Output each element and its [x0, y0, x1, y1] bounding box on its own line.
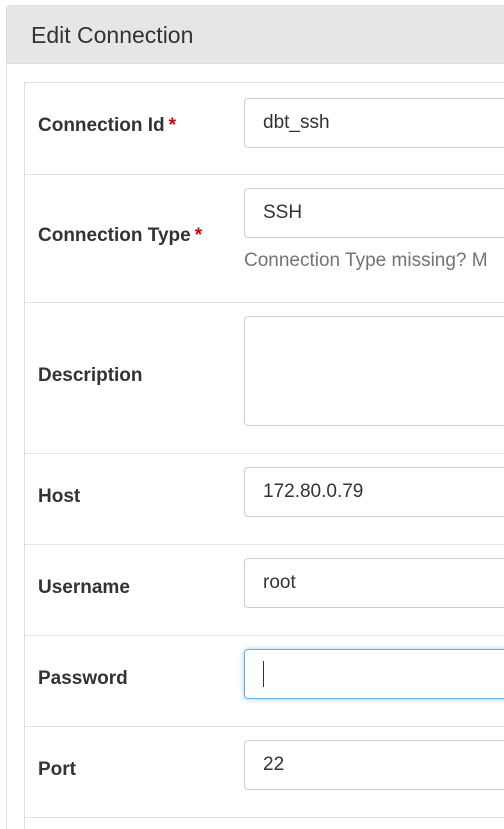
form-row-description: Description	[25, 303, 504, 454]
conn-type-label-text: Connection Type	[38, 225, 191, 246]
edit-connection-page: Edit Connection Connection Id * dbt_ssh C…	[0, 0, 504, 829]
username-value: root	[263, 572, 296, 593]
connection-form: Connection Id * dbt_ssh Connection Type * …	[24, 82, 504, 829]
port-label: Port	[38, 759, 76, 780]
conn-type-value: SSH	[263, 202, 303, 223]
username-input[interactable]: root	[244, 558, 504, 608]
host-input[interactable]: 172.80.0.79	[244, 467, 504, 517]
host-label: Host	[38, 486, 81, 507]
form-row-conn-id: Connection Id * dbt_ssh	[25, 83, 504, 175]
conn-id-input[interactable]: dbt_ssh	[244, 98, 504, 148]
host-value: 172.80.0.79	[263, 481, 364, 502]
conn-id-label-text: Connection Id	[38, 115, 165, 136]
form-row-username: Username root	[25, 545, 504, 636]
port-value: 22	[263, 754, 285, 775]
conn-type-label: Connection Type *	[38, 225, 202, 247]
form-row-port: Port 22	[25, 727, 504, 818]
form-row-conn-type: Connection Type * SSH Connection Type mis…	[25, 175, 504, 303]
description-textarea[interactable]	[244, 316, 504, 426]
required-marker: *	[194, 225, 203, 246]
required-marker: *	[168, 115, 177, 136]
conn-id-label: Connection Id *	[38, 115, 176, 137]
password-label: Password	[38, 668, 128, 689]
username-label: Username	[38, 577, 130, 598]
conn-type-help-text: Connection Type missing? M	[244, 250, 488, 271]
panel-title: Edit Connection	[7, 6, 504, 64]
port-input[interactable]: 22	[244, 740, 504, 790]
conn-id-value: dbt_ssh	[263, 112, 330, 133]
text-caret	[263, 660, 264, 687]
description-label: Description	[38, 365, 143, 386]
password-input[interactable]	[244, 649, 504, 699]
form-row-host: Host 172.80.0.79	[25, 454, 504, 545]
form-row-password: Password	[25, 636, 504, 727]
conn-type-select[interactable]: SSH	[244, 188, 504, 238]
